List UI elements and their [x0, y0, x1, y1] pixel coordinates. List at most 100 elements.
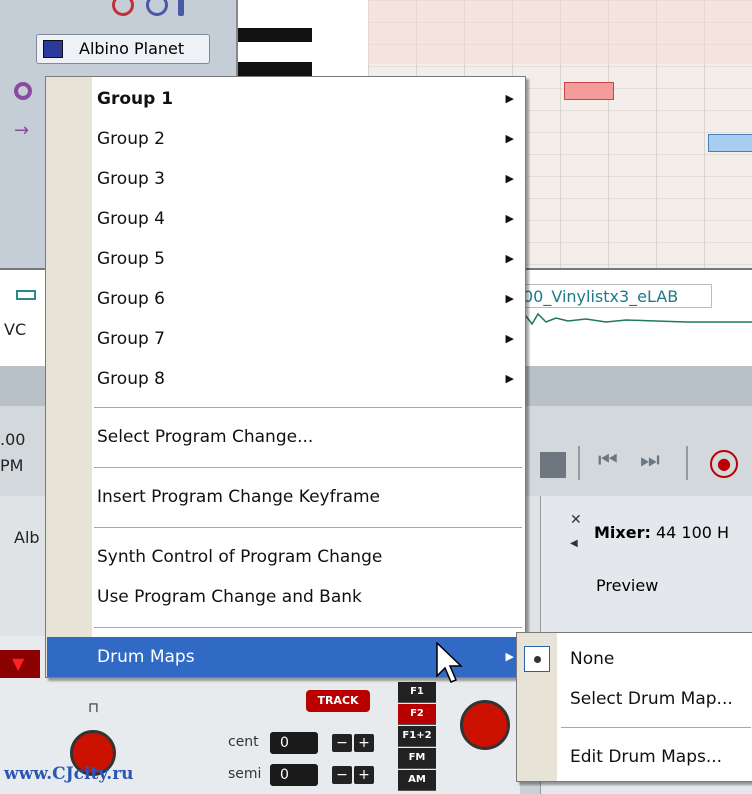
f12-key[interactable]: F1+2 — [398, 726, 436, 747]
menu-item-label: Group 3 — [97, 169, 165, 189]
menu-item-group-8[interactable]: Group 8 ▶ — [47, 359, 524, 399]
f1-key[interactable]: F1 — [398, 682, 436, 703]
submenu-arrow-icon: ▶ — [505, 172, 514, 185]
submenu-item-label: Edit Drum Maps... — [570, 747, 723, 767]
record-button[interactable]: ● — [710, 450, 738, 478]
radio-selected-icon — [524, 646, 550, 672]
route-arrow-icon[interactable]: → — [14, 120, 29, 141]
submenu-item-label: None — [570, 649, 615, 669]
menu-item-label: Insert Program Change Keyframe — [97, 487, 381, 507]
info-icon[interactable] — [178, 0, 184, 16]
submenu-arrow-icon: ▶ — [505, 332, 514, 345]
menu-item-group-5[interactable]: Group 5 ▶ — [47, 239, 524, 279]
menu-item-select-program-change[interactable]: Select Program Change... — [47, 417, 524, 457]
submenu-arrow-icon: ▶ — [505, 92, 514, 105]
rewind-icon[interactable]: ⏮ — [598, 448, 618, 473]
top-track-controls — [108, 0, 198, 22]
submenu-item-edit-drum-maps[interactable]: Edit Drum Maps... — [518, 737, 752, 777]
semi-label: semi — [228, 766, 262, 782]
menu-item-label: Group 7 — [97, 329, 165, 349]
stop-button[interactable] — [540, 452, 566, 478]
menu-separator — [94, 627, 522, 628]
midi-note[interactable] — [708, 134, 752, 152]
submenu-item-label: Select Drum Map... — [570, 689, 733, 709]
menu-item-label: Group 8 — [97, 369, 165, 389]
audio-waveform — [516, 312, 752, 326]
mixer-title-bold: Mixer: — [594, 523, 651, 542]
preview-label: Preview — [596, 576, 659, 595]
semi-plus-button[interactable]: + — [354, 766, 374, 784]
submenu-arrow-icon: ▶ — [505, 132, 514, 145]
menu-item-label: Use Program Change and Bank — [97, 587, 362, 607]
menu-separator — [94, 527, 522, 528]
context-menu: Group 1 ▶ Group 2 ▶ Group 3 ▶ Group 4 ▶ Grou… — [45, 76, 526, 678]
midi-note[interactable] — [564, 82, 614, 100]
menu-item-label: Group 6 — [97, 289, 165, 309]
f2-key[interactable]: F2 — [398, 704, 436, 725]
am-key[interactable]: AM — [398, 770, 436, 791]
track-button[interactable]: TRACK — [306, 690, 370, 712]
menu-item-group-7[interactable]: Group 7 ▶ — [47, 319, 524, 359]
mixer-title-rate: 44 100 H — [650, 523, 730, 542]
menu-item-group-1[interactable]: Group 1 ▶ — [47, 79, 524, 119]
drum-maps-submenu: None Select Drum Map... Edit Drum Maps..… — [516, 632, 752, 782]
tempo-fragment: PM — [0, 456, 24, 475]
semi-minus-button[interactable]: − — [332, 766, 352, 784]
fm-key[interactable]: FM — [398, 748, 436, 769]
submenu-item-none[interactable]: None — [518, 639, 752, 679]
menu-item-label: Group 1 — [97, 89, 174, 109]
menu-item-label: Drum Maps — [97, 647, 195, 667]
mouse-cursor-icon — [436, 642, 463, 683]
gear-icon[interactable] — [14, 82, 32, 100]
menu-item-label: Group 2 — [97, 129, 165, 149]
black-key[interactable] — [238, 28, 312, 42]
menu-item-group-4[interactable]: Group 4 ▶ — [47, 199, 524, 239]
cent-minus-button[interactable]: − — [332, 734, 352, 752]
divider — [578, 446, 580, 480]
divider — [686, 446, 688, 480]
menu-item-group-6[interactable]: Group 6 ▶ — [47, 279, 524, 319]
menu-separator — [561, 727, 751, 728]
instrument-fragment: Alb — [14, 528, 40, 547]
synth-dropdown[interactable]: ▼ — [0, 650, 40, 678]
menu-item-use-program-change-and-bank[interactable]: Use Program Change and Bank — [47, 577, 524, 617]
submenu-arrow-icon: ▶ — [505, 292, 514, 305]
instrument-button[interactable]: Albino Planet — [36, 34, 210, 64]
watermark: www.CJcity.ru — [4, 764, 134, 784]
submenu-item-select-drum-map[interactable]: Select Drum Map... — [518, 679, 752, 719]
time-fragment: .00 — [0, 430, 26, 449]
menu-separator — [94, 407, 522, 408]
cent-display[interactable]: 0 — [270, 732, 318, 754]
audio-clip[interactable]: 00_Vinylistx3_eLAB — [516, 284, 712, 308]
submenu-arrow-icon: ▶ — [505, 252, 514, 265]
cent-label: cent — [228, 734, 259, 750]
menu-item-label: Group 5 — [97, 249, 165, 269]
semi-display[interactable]: 0 — [270, 764, 318, 786]
close-icon[interactable]: ✕ — [570, 512, 582, 528]
track-icon — [16, 290, 36, 300]
menu-item-group-3[interactable]: Group 3 ▶ — [47, 159, 524, 199]
collapse-icon[interactable]: ◀ — [570, 538, 578, 549]
waveform-square-icon: ⊓ — [88, 700, 99, 716]
piano-icon — [43, 40, 63, 58]
track-name-fragment: VC — [4, 320, 27, 339]
submenu-arrow-icon: ▶ — [505, 372, 514, 385]
record-enable-icon[interactable] — [112, 0, 134, 16]
menu-item-label: Select Program Change... — [97, 427, 314, 447]
monitor-icon[interactable] — [146, 0, 168, 16]
menu-item-insert-program-change-keyframe[interactable]: Insert Program Change Keyframe — [47, 477, 524, 517]
forward-icon[interactable]: ⏭ — [640, 448, 660, 473]
submenu-arrow-icon: ▶ — [505, 212, 514, 225]
dropdown-arrow-icon: ▼ — [12, 654, 25, 673]
submenu-arrow-icon: ▶ — [505, 650, 514, 663]
menu-item-label: Group 4 — [97, 209, 165, 229]
black-key[interactable] — [238, 62, 312, 76]
menu-item-group-2[interactable]: Group 2 ▶ — [47, 119, 524, 159]
cent-plus-button[interactable]: + — [354, 734, 374, 752]
menu-item-label: Synth Control of Program Change — [97, 547, 383, 567]
menu-item-synth-control[interactable]: Synth Control of Program Change — [47, 537, 524, 577]
mixer-title: Mixer: 44 100 H — [594, 523, 729, 542]
synth-knob[interactable] — [460, 700, 510, 750]
piano-roll-highlight-rows — [368, 0, 752, 64]
instrument-name: Albino Planet — [79, 39, 185, 58]
